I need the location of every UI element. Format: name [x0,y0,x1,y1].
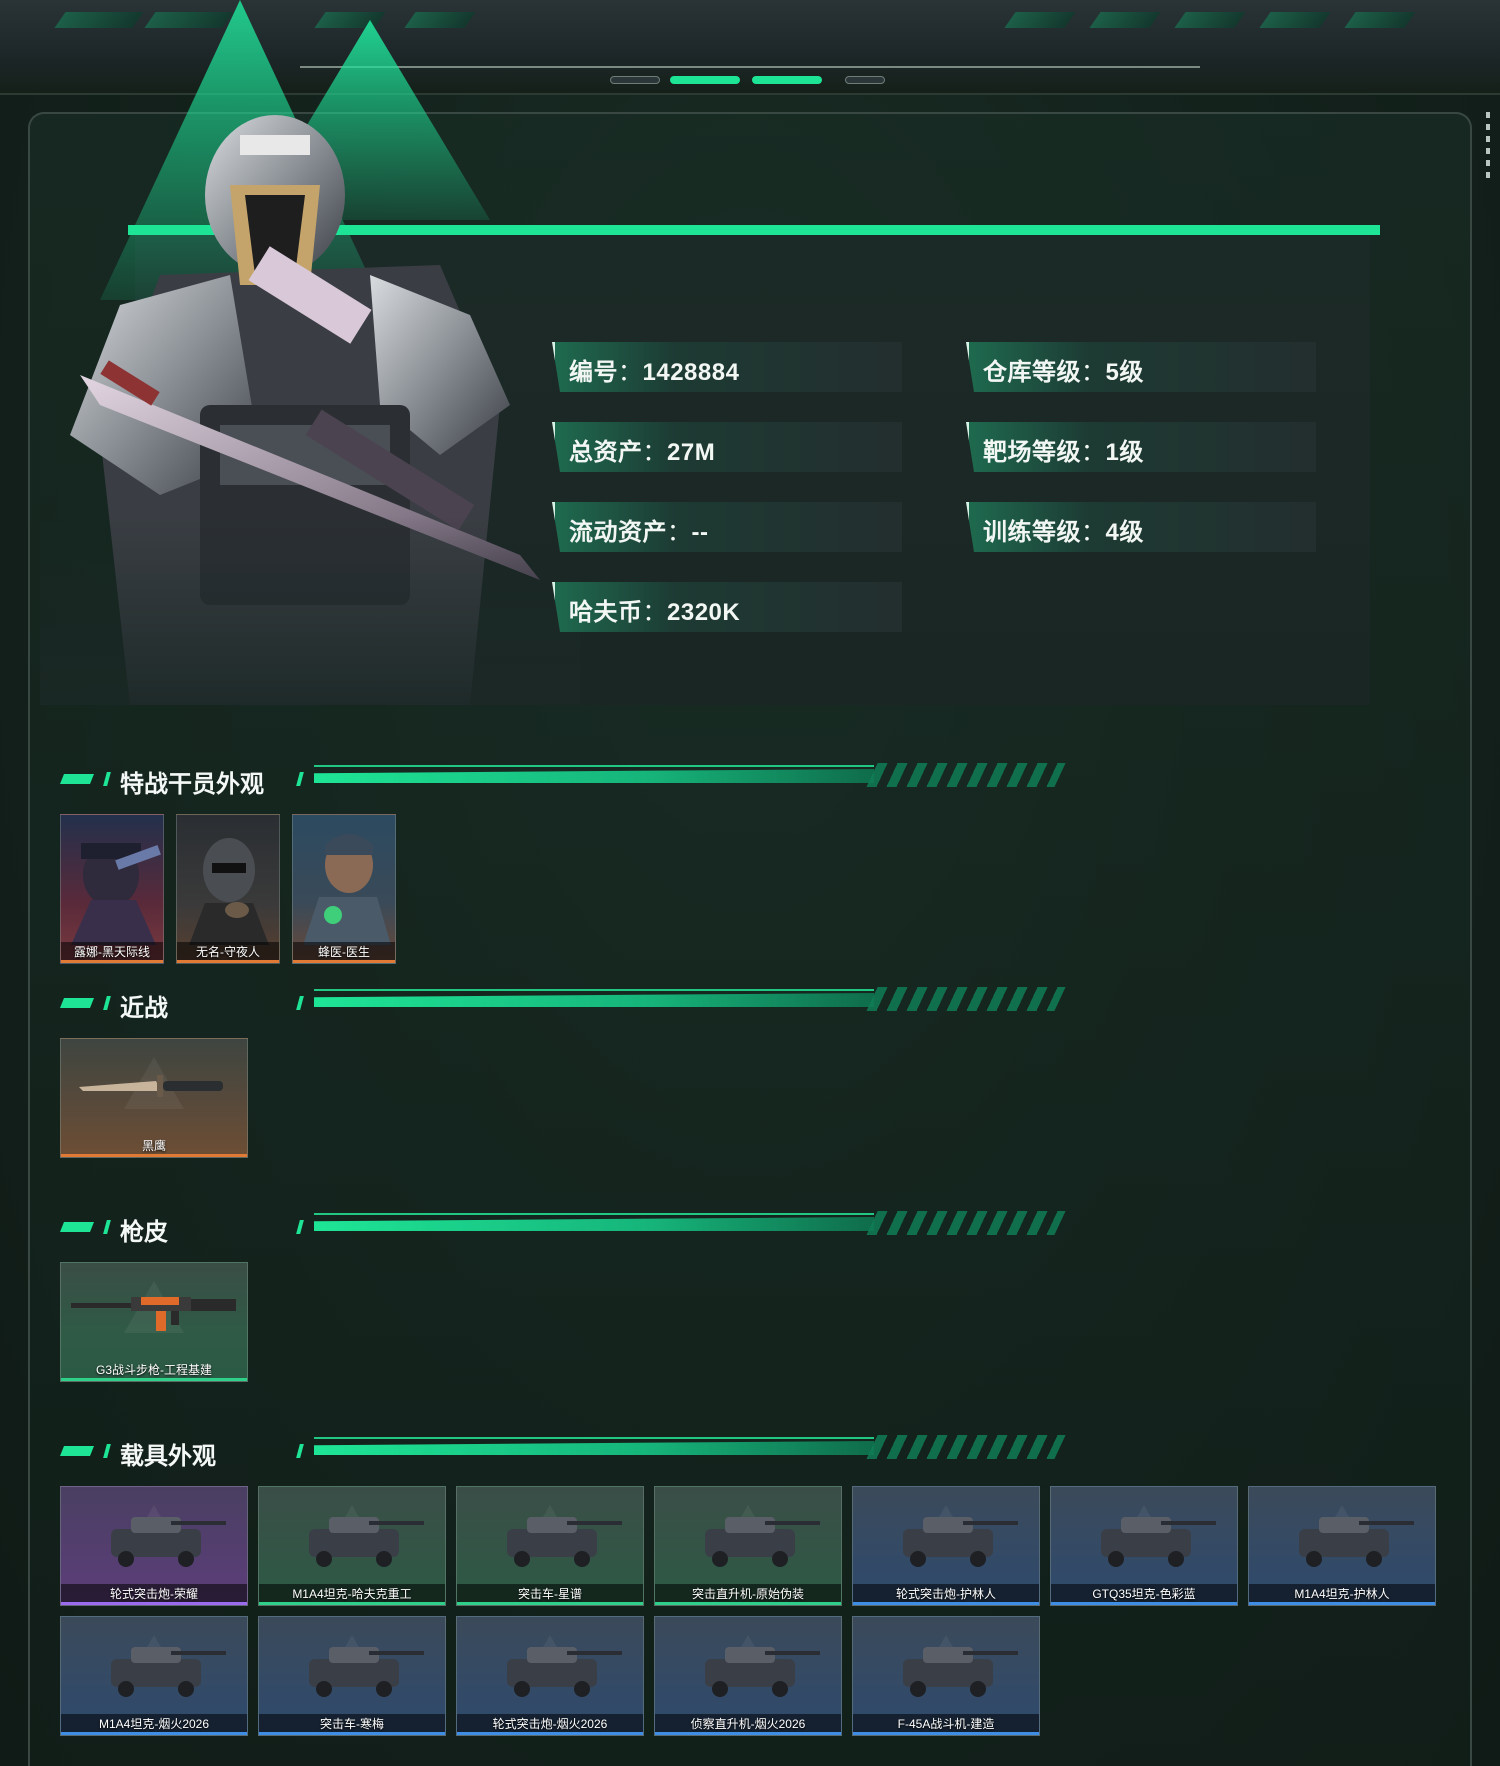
rifle-icon [71,1297,236,1331]
agent-portrait-icon [71,843,161,945]
section-title: 近战 [120,995,168,1022]
section-title: 载具外观 [120,1443,216,1470]
vehicle-card[interactable]: M1A4坦克-护林人 [1248,1486,1436,1606]
vehicle-icon [507,1517,622,1567]
scroll-indicator [1486,112,1490,182]
section-header-agents: 特战干员外观 [60,762,1066,798]
vehicle-card[interactable]: 突击车-寒梅 [258,1616,446,1736]
field-haf-coin: 哈夫币：2320K [552,582,902,632]
section-header-skins: 枪皮 [60,1210,1066,1246]
vehicle-label: M1A4坦克-护林人 [1294,1587,1390,1601]
vehicle-label: M1A4坦克-哈夫克重工 [292,1587,412,1601]
vehicle-icon [1299,1517,1414,1567]
section-title: 枪皮 [120,1219,168,1246]
vehicle-icon [903,1517,1018,1567]
section-header-vehicles: 载具外观 [60,1434,1066,1470]
field-training-level: 训练等级：4级 [966,502,1316,552]
agent-card[interactable]: 无名-守夜人 [176,814,280,964]
vehicle-card[interactable]: GTQ35坦克-色彩蓝 [1050,1486,1238,1606]
agent-portrait-icon [189,838,269,945]
section-header-melee: 近战 [60,986,1066,1022]
vehicle-card[interactable]: 轮式突击炮-荣耀 [60,1486,248,1606]
vehicle-label: 突击直升机-原始伪装 [692,1587,804,1601]
vehicle-label: M1A4坦克-烟火2026 [98,1717,210,1731]
vehicle-icon [309,1517,424,1567]
vehicle-card[interactable]: 轮式突击炮-护林人 [852,1486,1040,1606]
vehicle-label: 突击车-星谱 [518,1587,582,1601]
field-range-level: 靶场等级：1级 [966,422,1316,472]
field-liquid-assets: 流动资产：-- [552,502,902,552]
vehicle-card[interactable]: 突击直升机-原始伪装 [654,1486,842,1606]
vehicle-label: 轮式突击炮-护林人 [896,1587,996,1601]
vehicle-icon [705,1647,820,1697]
vehicle-label: 轮式突击炮-荣耀 [110,1587,198,1601]
vehicle-card[interactable]: 侦察直升机-烟火2026 [654,1616,842,1736]
agent-card[interactable]: 蜂医-医生 [292,814,396,964]
vehicle-icon [1101,1517,1216,1567]
vehicle-card[interactable]: 突击车-星谱 [456,1486,644,1606]
vehicle-icon [705,1517,820,1567]
vehicle-label: GTQ35坦克-色彩蓝 [1092,1587,1196,1601]
field-total-assets: 总资产：27M [552,422,902,472]
agent-portrait-icon [303,834,391,945]
field-id: 编号：1428884 [552,342,902,392]
vehicle-card[interactable]: F-45A战斗机-建造 [852,1616,1040,1736]
operator-portrait-icon [40,75,580,705]
section-title: 特战干员外观 [120,771,264,798]
vehicle-icon [507,1647,622,1697]
vehicle-label: 轮式突击炮-烟火2026 [492,1717,608,1731]
field-warehouse-level: 仓库等级：5级 [966,342,1316,392]
melee-card[interactable]: 黑鹰 [60,1038,248,1158]
vehicle-label: 侦察直升机-烟火2026 [690,1717,806,1731]
vehicle-icon [111,1647,226,1697]
vehicle-icon [309,1647,424,1697]
vehicle-card[interactable]: M1A4坦克-哈夫克重工 [258,1486,446,1606]
agent-card[interactable]: 露娜-黑天际线 [60,814,164,964]
vehicle-label: F-45A战斗机-建造 [897,1717,995,1731]
gun-skin-card[interactable]: G3战斗步枪-工程基建 [60,1262,248,1382]
vehicle-card[interactable]: 轮式突击炮-烟火2026 [456,1616,644,1736]
vehicle-card[interactable]: M1A4坦克-烟火2026 [60,1616,248,1736]
vehicle-label: 突击车-寒梅 [320,1717,384,1731]
knife-icon [79,1075,223,1097]
vehicle-icon [903,1647,1018,1697]
vehicle-icon [111,1517,226,1567]
